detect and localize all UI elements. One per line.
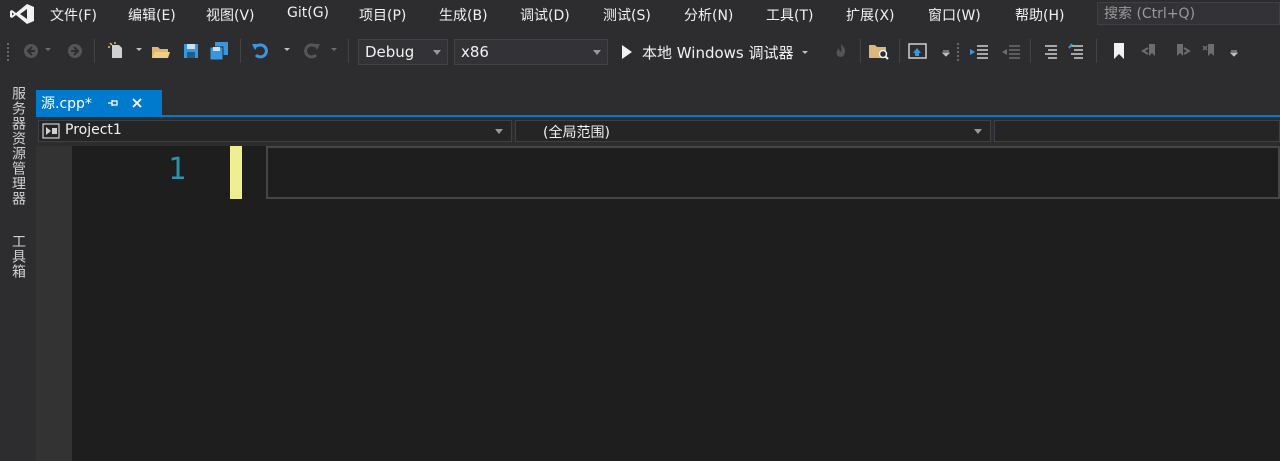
toolbar-options-icon[interactable] [1230, 50, 1238, 58]
back-dropdown-icon[interactable] [44, 45, 52, 53]
toolbar-separator [348, 39, 349, 63]
tab-source-cpp[interactable]: 源.cpp* [36, 90, 162, 115]
toolbar-separator [240, 39, 241, 63]
menu-file[interactable]: 文件(F) [50, 5, 97, 25]
redo-dropdown-icon[interactable] [330, 45, 338, 53]
chevron-down-icon [495, 129, 503, 134]
menu-debug[interactable]: 调试(D) [520, 5, 570, 25]
toolbar-separator [1096, 39, 1097, 63]
undo-dropdown-icon[interactable] [283, 45, 291, 53]
member-select[interactable] [994, 120, 1280, 142]
menu-project[interactable]: 项目(P) [359, 5, 406, 25]
menu-window[interactable]: 窗口(W) [928, 5, 981, 25]
toolbar-separator [860, 39, 861, 63]
menu-edit[interactable]: 编辑(E) [128, 5, 176, 25]
menu-git[interactable]: Git(G) [287, 5, 329, 21]
quick-launch-search[interactable] [1097, 2, 1280, 25]
save-icon[interactable] [180, 40, 202, 62]
bookmark-icon[interactable] [1108, 40, 1130, 62]
configuration-value: Debug [365, 43, 415, 61]
pin-icon[interactable] [107, 97, 119, 109]
solution-explorer-icon[interactable] [907, 40, 929, 62]
toolbox-tab[interactable]: 工具箱 [8, 234, 28, 279]
tab-title: 源.cpp* [41, 95, 92, 112]
side-tool-windows: 服务器资源管理器 工具箱 [0, 80, 34, 461]
toolbar-separator [94, 39, 95, 63]
glyph-margin[interactable] [36, 146, 72, 461]
open-folder-icon[interactable] [150, 40, 172, 62]
platform-value: x86 [461, 43, 489, 61]
current-line-highlight[interactable] [266, 146, 1280, 199]
comment-icon[interactable] [1040, 40, 1062, 62]
project-scope-value: Project1 [65, 122, 122, 138]
toolbar-grip[interactable] [956, 42, 960, 62]
menu-test[interactable]: 测试(S) [603, 5, 651, 25]
find-in-files-icon[interactable] [868, 40, 890, 62]
solution-configuration-select[interactable]: Debug [358, 39, 448, 65]
line-number: 1 [167, 152, 186, 187]
toolbar-grip[interactable] [6, 42, 10, 62]
toolbar-separator [1030, 39, 1031, 63]
start-icon [622, 45, 632, 59]
outdent-icon[interactable] [1000, 40, 1022, 62]
chevron-down-icon [593, 50, 601, 55]
new-item-icon[interactable] [106, 40, 128, 62]
active-tab-indicator [36, 115, 1280, 117]
menu-tools[interactable]: 工具(T) [766, 5, 813, 25]
global-scope-value: (全局范围) [543, 125, 610, 141]
project-scope-select[interactable]: Project1 [38, 120, 512, 142]
menu-build[interactable]: 生成(B) [439, 5, 488, 25]
menu-bar: 文件(F) 编辑(E) 视图(V) Git(G) 项目(P) 生成(B) 调试(… [0, 0, 1280, 28]
hot-reload-icon[interactable] [830, 40, 852, 62]
solution-platform-select[interactable]: x86 [454, 39, 608, 65]
menu-extensions[interactable]: 扩展(X) [846, 5, 895, 25]
start-debugging-label: 本地 Windows 调试器 [642, 43, 794, 62]
menu-view[interactable]: 视图(V) [206, 5, 255, 25]
save-all-icon[interactable] [208, 40, 230, 62]
menu-analyze[interactable]: 分析(N) [684, 5, 733, 25]
toolbar-options-icon[interactable] [942, 50, 950, 58]
unsaved-change-marker [230, 146, 242, 199]
search-input[interactable] [1098, 3, 1274, 24]
new-item-dropdown-icon[interactable] [135, 45, 143, 53]
clear-bookmarks-icon[interactable] [1200, 40, 1222, 62]
forward-icon[interactable] [64, 40, 86, 62]
prev-bookmark-icon[interactable] [1140, 40, 1162, 62]
server-explorer-tab[interactable]: 服务器资源管理器 [8, 86, 28, 206]
next-bookmark-icon[interactable] [1170, 40, 1192, 62]
back-icon[interactable] [20, 40, 42, 62]
visual-studio-logo-icon[interactable] [9, 3, 35, 25]
close-icon[interactable] [131, 97, 143, 109]
project-icon [42, 123, 60, 139]
chevron-down-icon [433, 50, 441, 55]
uncomment-icon[interactable] [1066, 40, 1088, 62]
toolbar-separator [899, 39, 900, 63]
chevron-down-icon [974, 129, 982, 134]
undo-icon[interactable] [250, 40, 272, 62]
chevron-down-icon[interactable] [801, 48, 809, 56]
redo-icon[interactable] [300, 40, 322, 62]
indent-icon[interactable] [968, 40, 990, 62]
menu-help[interactable]: 帮助(H) [1015, 5, 1064, 25]
start-debugging-button[interactable]: 本地 Windows 调试器 [616, 39, 809, 65]
global-scope-select[interactable]: (全局范围) [515, 120, 991, 142]
document-tab-well [34, 80, 1280, 116]
standard-toolbar: Debug x86 本地 Windows 调试器 [0, 30, 1280, 74]
